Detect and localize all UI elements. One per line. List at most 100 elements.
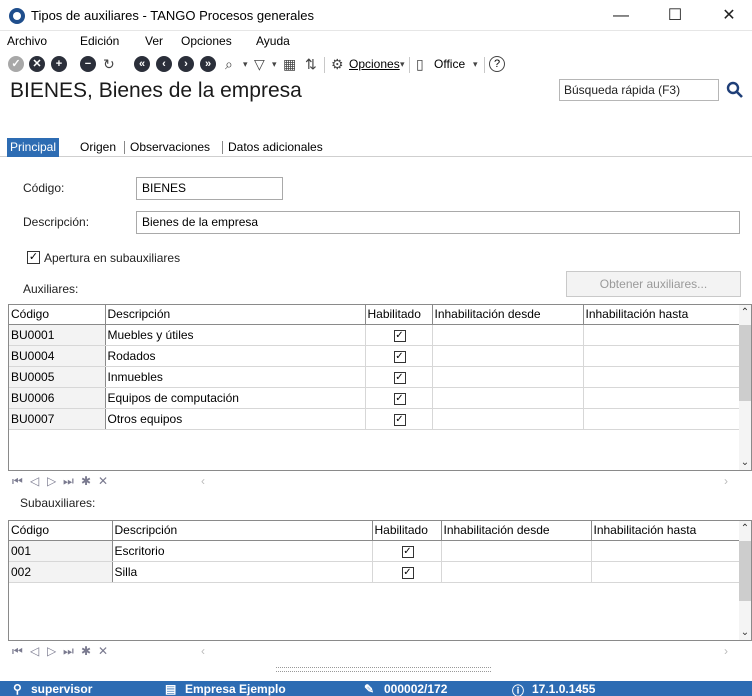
first-row-icon[interactable]: ⏮ (12, 644, 23, 659)
menu-ver[interactable]: Ver (145, 34, 163, 48)
cell-habilitado[interactable]: ✓ (365, 345, 433, 367)
cell-hasta[interactable] (583, 324, 741, 346)
obtener-auxiliares-button[interactable]: Obtener auxiliares... (566, 271, 741, 297)
cell-habilitado[interactable]: ✓ (365, 366, 433, 388)
last-row-icon[interactable]: ⏭ (63, 474, 74, 489)
scroll-left-icon[interactable]: ‹ (201, 474, 205, 488)
cell-desde[interactable] (432, 345, 584, 367)
next-record-icon[interactable]: › (178, 56, 194, 72)
search-icon[interactable] (724, 80, 746, 100)
scroll-up-icon[interactable]: ⌃ (739, 307, 751, 318)
cell-desde[interactable] (432, 324, 584, 346)
sort-icon[interactable]: ⇅ (305, 55, 317, 73)
previous-record-icon[interactable]: ‹ (156, 56, 172, 72)
table-row[interactable]: 001 Escritorio ✓ (9, 540, 741, 562)
habilitado-checkbox[interactable]: ✓ (401, 546, 414, 558)
col-inhabilitacion-hasta[interactable]: Inhabilitación hasta (583, 305, 741, 325)
cell-codigo[interactable]: BU0001 (9, 324, 106, 346)
chevron-down-icon[interactable]: ▾ (473, 55, 478, 73)
chevron-down-icon[interactable]: ▾ (243, 55, 248, 73)
cell-desde[interactable] (441, 540, 592, 562)
chevron-down-icon[interactable]: ▾ (400, 55, 405, 73)
col-inhabilitacion-desde[interactable]: Inhabilitación desde (432, 305, 584, 325)
table-row[interactable]: BU0004 Rodados ✓ (9, 345, 741, 367)
cell-hasta[interactable] (591, 540, 741, 562)
vertical-scrollbar[interactable]: ⌃ ⌄ (739, 305, 751, 470)
cell-desde[interactable] (432, 408, 584, 430)
col-descripcion[interactable]: Descripción (105, 305, 366, 325)
menu-ayuda[interactable]: Ayuda (256, 34, 290, 48)
vertical-scrollbar[interactable]: ⌃ ⌄ (739, 521, 751, 640)
delete-row-icon[interactable]: ✕ (98, 644, 108, 658)
cell-codigo[interactable]: 002 (9, 561, 113, 583)
tab-principal[interactable]: Principal (7, 138, 60, 157)
previous-row-icon[interactable]: ◁ (30, 474, 39, 488)
next-row-icon[interactable]: ▷ (47, 644, 56, 658)
cell-descripcion[interactable]: Silla (112, 561, 373, 583)
cell-habilitado[interactable]: ✓ (365, 408, 433, 430)
cell-hasta[interactable] (583, 345, 741, 367)
tab-datos-adicionales[interactable]: Datos adicionales (225, 138, 326, 157)
habilitado-checkbox[interactable]: ✓ (393, 351, 406, 363)
previous-row-icon[interactable]: ◁ (30, 644, 39, 658)
binoculars-icon[interactable]: ⌕ (225, 55, 233, 73)
col-descripcion[interactable]: Descripción (112, 521, 373, 541)
cell-habilitado[interactable]: ✓ (365, 387, 433, 409)
first-row-icon[interactable]: ⏮ (12, 474, 23, 489)
menu-edicion[interactable]: Edición (80, 34, 119, 48)
cancel-icon[interactable]: ✕ (29, 56, 45, 72)
apertura-checkbox[interactable]: ✓ (27, 251, 40, 264)
cell-descripcion[interactable]: Otros equipos (105, 408, 366, 430)
add-icon[interactable]: + (51, 56, 67, 72)
cell-desde[interactable] (432, 366, 584, 388)
scroll-thumb[interactable] (739, 541, 751, 601)
cell-descripcion[interactable]: Equipos de computación (105, 387, 366, 409)
cell-desde[interactable] (432, 387, 584, 409)
descripcion-field[interactable]: Bienes de la empresa (136, 211, 740, 234)
cell-habilitado[interactable]: ✓ (372, 561, 442, 583)
habilitado-checkbox[interactable]: ✓ (393, 414, 406, 426)
col-inhabilitacion-desde[interactable]: Inhabilitación desde (441, 521, 592, 541)
gear-icon[interactable]: ⚙ (331, 55, 344, 73)
office-button[interactable]: Office (434, 55, 465, 73)
help-icon[interactable]: ? (489, 56, 505, 72)
cell-hasta[interactable] (583, 387, 741, 409)
cell-habilitado[interactable]: ✓ (372, 540, 442, 562)
col-habilitado[interactable]: Habilitado (372, 521, 442, 541)
tab-origen[interactable]: Origen (77, 138, 119, 157)
codigo-field[interactable]: BIENES (136, 177, 283, 200)
table-row[interactable]: BU0006 Equipos de computación ✓ (9, 387, 741, 409)
new-row-icon[interactable]: ✱ (81, 474, 91, 488)
scroll-thumb[interactable] (739, 325, 751, 401)
delete-icon[interactable]: − (80, 56, 96, 72)
search-input[interactable]: Búsqueda rápida (F3) (559, 79, 719, 101)
close-button[interactable]: ✕ (706, 0, 752, 31)
menu-opciones[interactable]: Opciones (181, 34, 232, 48)
habilitado-checkbox[interactable]: ✓ (401, 567, 414, 579)
col-codigo[interactable]: Código (9, 521, 113, 541)
menu-archivo[interactable]: Archivo (7, 34, 47, 48)
cell-codigo[interactable]: 001 (9, 540, 113, 562)
maximize-button[interactable]: ☐ (652, 0, 698, 31)
col-inhabilitacion-hasta[interactable]: Inhabilitación hasta (591, 521, 741, 541)
scroll-up-icon[interactable]: ⌃ (739, 523, 751, 534)
scroll-right-icon[interactable]: › (724, 644, 728, 658)
col-habilitado[interactable]: Habilitado (365, 305, 433, 325)
grid-icon[interactable]: ▦ (283, 55, 296, 73)
next-row-icon[interactable]: ▷ (47, 474, 56, 488)
scroll-left-icon[interactable]: ‹ (201, 644, 205, 658)
confirm-icon[interactable]: ✓ (8, 56, 24, 72)
cell-hasta[interactable] (583, 408, 741, 430)
scroll-down-icon[interactable]: ⌄ (739, 457, 751, 468)
table-row[interactable]: 002 Silla ✓ (9, 561, 741, 583)
scroll-down-icon[interactable]: ⌄ (739, 627, 751, 638)
scroll-right-icon[interactable]: › (724, 474, 728, 488)
habilitado-checkbox[interactable]: ✓ (393, 393, 406, 405)
refresh-icon[interactable]: ↻ (103, 55, 115, 73)
splitter-handle[interactable] (276, 667, 491, 672)
chevron-down-icon[interactable]: ▾ (272, 55, 277, 73)
cell-hasta[interactable] (591, 561, 741, 583)
office-icon[interactable]: ▯ (416, 55, 424, 73)
minimize-button[interactable]: — (598, 0, 644, 31)
col-codigo[interactable]: Código (9, 305, 106, 325)
